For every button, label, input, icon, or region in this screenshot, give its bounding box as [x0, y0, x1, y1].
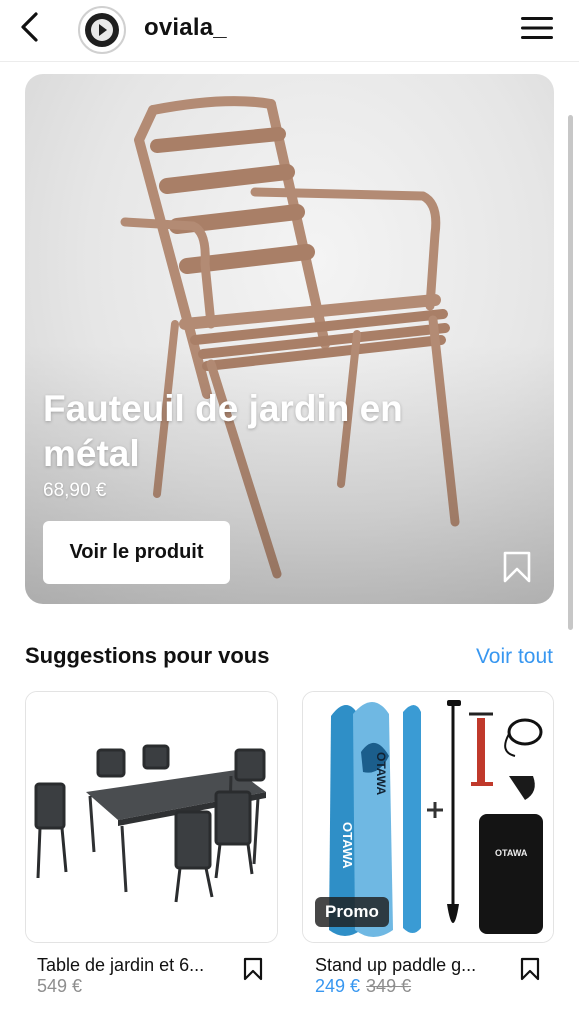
- brand-logo-icon: [91, 19, 113, 41]
- suggestions-heading: Suggestions pour vous: [25, 643, 270, 668]
- profile-header: oviala_: [0, 0, 579, 62]
- hamburger-menu-icon[interactable]: [521, 14, 553, 42]
- avatar[interactable]: [78, 6, 126, 54]
- product-card-paddle[interactable]: OTAWA OTAWA OTAWA Promo: [302, 691, 554, 943]
- see-all-link[interactable]: Voir tout: [476, 645, 553, 669]
- product-price: 549 €: [37, 976, 83, 996]
- featured-product-card[interactable]: Fauteuil de jardin en métal 68,90 € Voir…: [25, 74, 554, 604]
- product-price: 68,90 €: [43, 480, 107, 501]
- bookmark-icon[interactable]: [519, 957, 541, 981]
- username[interactable]: oviala_: [144, 14, 227, 42]
- product-price: 249 €349 €: [315, 976, 411, 997]
- product-name[interactable]: Stand up paddle g...: [315, 955, 476, 976]
- bookmark-icon[interactable]: [242, 957, 264, 981]
- product-name[interactable]: Table de jardin et 6...: [37, 955, 204, 976]
- sale-price: 249 €: [315, 976, 361, 996]
- chevron-left-icon[interactable]: [14, 10, 48, 44]
- product-card-table[interactable]: [25, 691, 278, 943]
- scrollbar[interactable]: [568, 115, 573, 630]
- svg-text:OTAWA: OTAWA: [495, 848, 528, 858]
- svg-text:OTAWA: OTAWA: [374, 752, 388, 795]
- product-title: Fauteuil de jardin en métal: [43, 388, 403, 474]
- original-price: 349 €: [366, 976, 412, 996]
- view-product-button[interactable]: Voir le produit: [43, 521, 230, 584]
- table-set-image: [26, 692, 277, 942]
- promo-badge: Promo: [315, 897, 389, 927]
- svg-text:OTAWA: OTAWA: [340, 822, 355, 869]
- bookmark-icon[interactable]: [502, 550, 532, 584]
